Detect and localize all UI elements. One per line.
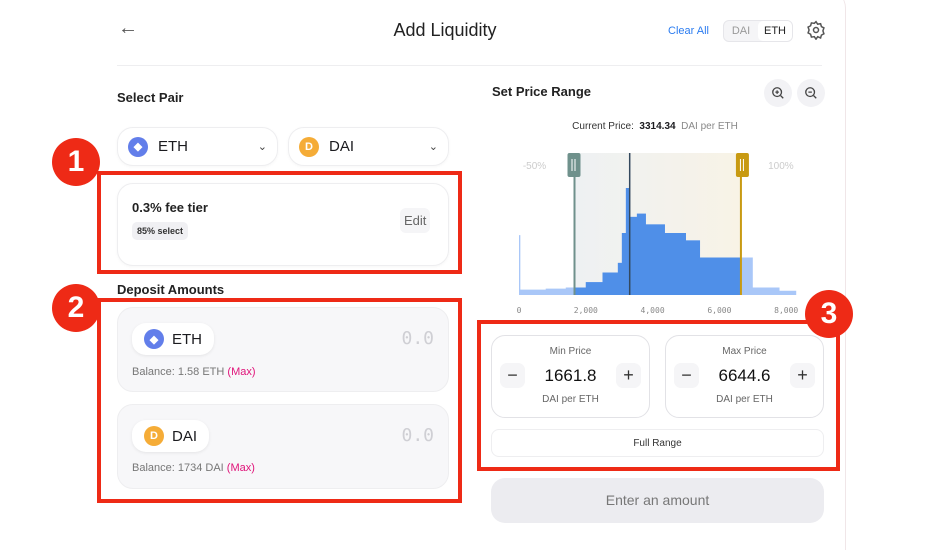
- current-price-label: Current Price:: [572, 121, 634, 132]
- x-tick-label: 0: [517, 306, 522, 315]
- eth-icon: ◆: [128, 136, 148, 157]
- max-percent-label: 100%: [768, 161, 794, 172]
- set-price-range-label: Set Price Range: [492, 84, 591, 99]
- annotation-box-3: [477, 320, 840, 471]
- min-percent-label: -50%: [523, 161, 546, 172]
- toggle-dai[interactable]: DAI: [724, 21, 758, 41]
- chevron-down-icon: ⌄: [257, 141, 267, 153]
- x-tick-label: 6,000: [707, 306, 731, 315]
- token-b-label: DAI: [329, 138, 355, 155]
- liquidity-chart[interactable]: -50% 100% 0 2,000 4,000 6,000 8,000: [500, 145, 810, 320]
- clear-all-link[interactable]: Clear All: [668, 25, 709, 37]
- toggle-eth[interactable]: ETH: [758, 21, 792, 41]
- token-a-select[interactable]: ◆ ETH ⌄: [117, 127, 278, 166]
- select-pair-label: Select Pair: [117, 90, 184, 105]
- annotation-badge-3: 3: [805, 290, 853, 338]
- divider: [117, 65, 822, 66]
- x-tick-label: 4,000: [641, 306, 665, 315]
- x-tick-label: 2,000: [574, 306, 598, 315]
- enter-amount-button: Enter an amount: [491, 478, 824, 523]
- token-a-label: ETH: [158, 138, 188, 155]
- dai-icon: D: [299, 136, 319, 157]
- gear-icon[interactable]: [806, 20, 826, 45]
- token-order-toggle[interactable]: DAI ETH: [723, 20, 793, 42]
- zoom-in-icon[interactable]: [764, 79, 792, 107]
- annotation-box-1: [97, 171, 462, 274]
- annotation-badge-2: 2: [52, 284, 100, 332]
- token-b-select[interactable]: D DAI ⌄: [288, 127, 449, 166]
- current-price-unit: DAI per ETH: [681, 121, 738, 132]
- annotation-box-2: [97, 298, 462, 503]
- zoom-out-icon[interactable]: [797, 79, 825, 107]
- current-price: Current Price: 3314.34 DAI per ETH: [480, 121, 830, 132]
- deposit-amounts-label: Deposit Amounts: [117, 282, 225, 297]
- chevron-down-icon: ⌄: [428, 141, 438, 153]
- annotation-badge-1: 1: [52, 138, 100, 186]
- min-range-handle[interactable]: [567, 153, 581, 177]
- max-range-handle[interactable]: [735, 153, 749, 177]
- x-tick-label: 8,000: [774, 306, 798, 315]
- current-price-value: 3314.34: [639, 121, 676, 132]
